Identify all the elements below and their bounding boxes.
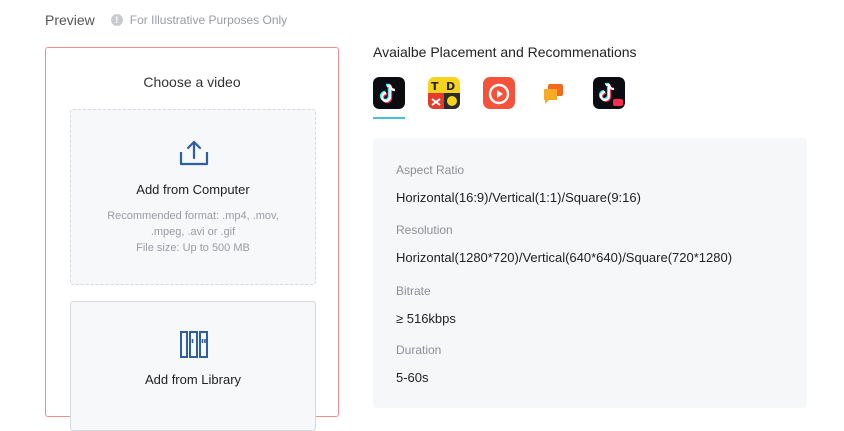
add-from-computer-dropzone[interactable]: Add from Computer Recommended format: .m… [70,109,316,285]
format-hint: Recommended format: .mp4, .mov, .mpeg, .… [91,208,295,256]
spec-value: Horizontal(1280*720)/Vertical(640*640)/S… [396,250,733,265]
babe-news-icon[interactable] [538,77,570,109]
placements-title: Avaialbe Placement and Recommenations [373,44,637,60]
library-icon [180,331,208,358]
spec-label: Aspect Ratio [396,163,465,177]
add-from-library-button[interactable]: Add from Library [70,301,316,431]
file-size-hint: File size: Up to 500 MB [136,242,250,254]
format-hint-line: Recommended format: .mp4, .mov, [107,210,279,222]
svg-text:D: D [446,80,455,93]
spec-label: Duration [396,343,442,357]
choose-video-title: Choose a video [143,74,241,90]
spec-label: Bitrate [396,284,431,298]
spec-value: ≥ 516kbps [396,311,456,326]
buzzvideo-icon[interactable] [483,77,515,109]
upload-icon [179,140,209,166]
active-placement-indicator [373,117,405,119]
add-from-library-label: Add from Library [144,372,242,387]
spec-value: 5-60s [396,370,429,385]
tiktok-lite-icon[interactable] [593,77,625,109]
svg-text:T: T [431,80,439,93]
video-upload-panel: Choose a video Add from Computer Recomme… [45,47,339,431]
placement-specs-panel: Aspect Ratio Horizontal(16:9)/Vertical(1… [373,138,807,408]
preview-header: Preview ! For Illustrative Purposes Only [45,10,287,30]
spec-aspect-ratio: Aspect Ratio Horizontal(16:9)/Vertical(1… [396,163,641,205]
add-from-computer-label: Add from Computer [136,182,250,197]
format-hint-line: .mpeg, .avi or .gif [150,226,236,238]
spec-duration: Duration 5-60s [396,343,441,385]
spec-bitrate: Bitrate ≥ 516kbps [396,284,456,326]
info-icon: ! [110,14,123,26]
illustrative-note-text: For Illustrative Purposes Only [129,13,288,27]
spec-value: Horizontal(16:9)/Vertical(1:1)/Square(9:… [396,190,641,205]
illustrative-note: ! For Illustrative Purposes Only [110,13,288,27]
spec-resolution: Resolution Horizontal(1280*720)/Vertical… [396,223,732,265]
preview-title: Preview [45,12,95,28]
topbuzz-icon[interactable]: T D [428,77,460,109]
tiktok-icon[interactable] [373,77,405,109]
spec-label: Resolution [396,223,453,237]
